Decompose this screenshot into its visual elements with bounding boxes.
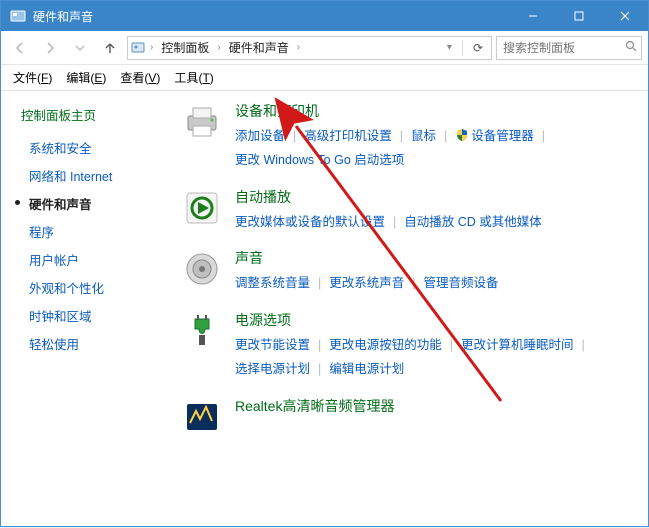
sidebar-item[interactable]: 时钟和区域	[29, 306, 181, 325]
category-title[interactable]: 设备和打印机	[235, 101, 595, 121]
title-bar: 硬件和声音	[1, 1, 648, 31]
nav-bar: › 控制面板 › 硬件和声音 › ▾ ⟳	[1, 31, 648, 65]
address-bar[interactable]: › 控制面板 › 硬件和声音 › ▾ ⟳	[127, 36, 492, 60]
category-title[interactable]: 自动播放	[235, 187, 542, 207]
menu-bar: 文件(F) 编辑(E) 查看(V) 工具(T)	[1, 65, 648, 91]
sound-icon	[181, 248, 223, 290]
window-title: 硬件和声音	[33, 8, 93, 25]
category-link[interactable]: 更改节能设置	[235, 334, 310, 358]
category-links: 调整系统音量 | 更改系统声音 | 管理音频设备	[235, 272, 499, 296]
category: Realtek高清晰音频管理器	[181, 396, 638, 438]
autoplay-icon	[181, 187, 223, 229]
minimize-button[interactable]	[510, 1, 556, 31]
sidebar: 控制面板主页 系统和安全网络和 Internet 硬件和声音程序用户帐户外观和个性…	[1, 91, 181, 526]
category-link[interactable]: 编辑电源计划	[329, 358, 404, 382]
category-link[interactable]: 更改计算机睡眠时间	[461, 334, 574, 358]
category: 设备和打印机添加设备|高级打印机设置|鼠标|设备管理器|更改 Windows T…	[181, 101, 638, 173]
power-icon	[181, 310, 223, 352]
menu-file[interactable]: 文件(F)	[7, 67, 58, 88]
search-box[interactable]	[496, 36, 642, 60]
sidebar-title[interactable]: 控制面板主页	[21, 105, 181, 124]
category-links: 添加设备|高级打印机设置|鼠标|设备管理器|更改 Windows To Go 启…	[235, 125, 595, 173]
category-link[interactable]: 更改 Windows To Go 启动选项	[235, 149, 404, 173]
sidebar-item[interactable]: 轻松使用	[29, 334, 181, 353]
address-dropdown[interactable]: ▾	[441, 42, 458, 53]
printer-icon	[181, 101, 223, 143]
link-separator: |	[412, 272, 415, 296]
category-link[interactable]: 选择电源计划	[235, 358, 310, 382]
breadcrumb-sep: ›	[297, 42, 300, 53]
link-separator: |	[393, 211, 396, 235]
category-links: 更改媒体或设备的默认设置 | 自动播放 CD 或其他媒体	[235, 211, 542, 235]
link-separator: |	[318, 334, 321, 358]
sidebar-item[interactable]: 外观和个性化	[29, 278, 181, 297]
category-title[interactable]: 声音	[235, 248, 499, 268]
category-link[interactable]: 添加设备	[235, 125, 285, 149]
control-panel-icon	[9, 7, 27, 25]
category-link[interactable]: 更改电源按钮的功能	[329, 334, 442, 358]
sidebar-item[interactable]: 硬件和声音	[29, 194, 181, 213]
menu-tools[interactable]: 工具(T)	[168, 67, 219, 88]
menu-view[interactable]: 查看(V)	[114, 67, 166, 88]
realtek-icon	[181, 396, 223, 438]
link-separator: |	[450, 334, 453, 358]
link-separator: |	[444, 125, 447, 149]
sidebar-item[interactable]: 网络和 Internet	[29, 166, 181, 185]
category: 自动播放更改媒体或设备的默认设置 | 自动播放 CD 或其他媒体	[181, 187, 638, 235]
category-link[interactable]: 高级打印机设置	[304, 125, 392, 149]
category-link[interactable]: 鼠标	[411, 125, 436, 149]
category-link[interactable]: 更改媒体或设备的默认设置	[235, 211, 385, 235]
main-panel: 设备和打印机添加设备|高级打印机设置|鼠标|设备管理器|更改 Windows T…	[181, 91, 648, 526]
category-link[interactable]: 更改系统声音	[329, 272, 404, 296]
refresh-button[interactable]: ⟳	[467, 41, 489, 55]
control-panel-small-icon	[130, 40, 146, 56]
search-input[interactable]	[501, 40, 625, 56]
forward-button[interactable]	[37, 35, 63, 61]
link-separator: |	[318, 272, 321, 296]
link-separator: |	[318, 358, 321, 382]
category-link[interactable]: 自动播放 CD 或其他媒体	[404, 211, 542, 235]
link-separator: |	[400, 125, 403, 149]
link-separator: |	[293, 125, 296, 149]
link-separator: |	[542, 125, 545, 149]
breadcrumb-sep: ›	[150, 42, 153, 53]
link-separator: |	[582, 334, 585, 358]
up-button[interactable]	[97, 35, 123, 61]
category-title[interactable]: Realtek高清晰音频管理器	[235, 396, 394, 416]
category-link[interactable]: 管理音频设备	[424, 272, 499, 296]
search-icon	[625, 39, 637, 57]
recent-dropdown[interactable]	[67, 35, 93, 61]
breadcrumb-control-panel[interactable]: 控制面板	[157, 37, 213, 59]
breadcrumb-sep: ›	[217, 42, 220, 53]
sidebar-item[interactable]: 程序	[29, 222, 181, 241]
content-area: 控制面板主页 系统和安全网络和 Internet 硬件和声音程序用户帐户外观和个性…	[1, 91, 648, 526]
category: 电源选项更改节能设置 | 更改电源按钮的功能 | 更改计算机睡眠时间 | 选择电源计划 | 编辑…	[181, 310, 638, 382]
category-link[interactable]: 设备管理器	[455, 125, 534, 149]
sidebar-item[interactable]: 用户帐户	[29, 250, 181, 269]
category: 声音调整系统音量 | 更改系统声音 | 管理音频设备	[181, 248, 638, 296]
shield-icon	[455, 128, 469, 142]
close-button[interactable]	[602, 1, 648, 31]
menu-edit[interactable]: 编辑(E)	[60, 67, 112, 88]
sidebar-item[interactable]: 系统和安全	[29, 138, 181, 157]
breadcrumb-hardware-sound[interactable]: 硬件和声音	[225, 37, 293, 59]
category-links: 更改节能设置 | 更改电源按钮的功能 | 更改计算机睡眠时间 | 选择电源计划 | 编辑电源计划	[235, 334, 595, 382]
category-link[interactable]: 调整系统音量	[235, 272, 310, 296]
back-button[interactable]	[7, 35, 33, 61]
category-title[interactable]: 电源选项	[235, 310, 595, 330]
maximize-button[interactable]	[556, 1, 602, 31]
